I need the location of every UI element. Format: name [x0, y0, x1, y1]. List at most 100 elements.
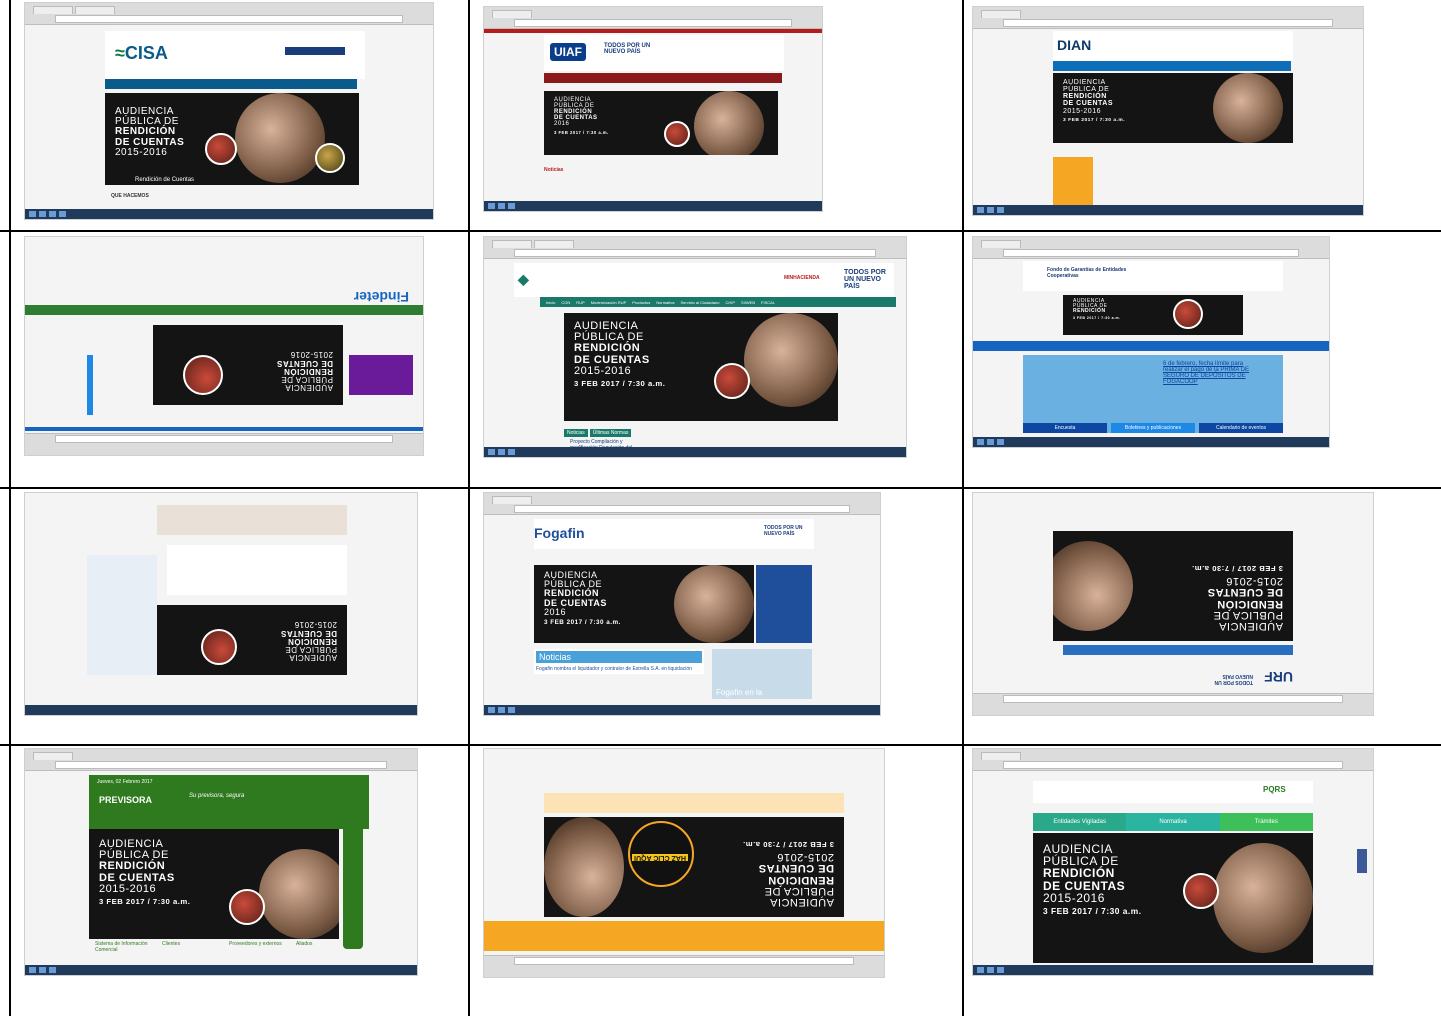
browser-chrome — [25, 3, 433, 25]
news-item[interactable]: Fogafin nombra el liquidador y contralor… — [536, 666, 702, 672]
boletines-button[interactable]: Boletines y publicaciones — [1111, 423, 1195, 433]
photo-bubble — [1173, 299, 1203, 329]
nav-bar[interactable] — [1053, 61, 1291, 71]
nav-item[interactable]: Normativa — [656, 300, 674, 305]
side-links[interactable] — [756, 565, 812, 643]
hero-banner[interactable]: AUDIENCIA PÚBLICA DE RENDICIÓN DE CUENTAS … — [153, 325, 343, 405]
calendario-button[interactable]: Calendario de eventos — [1199, 423, 1283, 433]
section-label: Noticias — [544, 167, 564, 173]
site-logo: Fogafin — [534, 525, 585, 541]
nav-item[interactable]: CHIP — [725, 300, 735, 305]
browser-chrome — [484, 7, 822, 29]
nav-item[interactable]: Modernización RUP — [591, 300, 627, 305]
portrait-image — [259, 849, 339, 939]
menu-tramites[interactable]: Trámites — [1219, 813, 1313, 831]
hero-banner[interactable]: AUDIENCIA PÚBLICA DE RENDICIÓN DE CUENTAS … — [564, 313, 838, 421]
footer-link[interactable]: Sistema de Información Comercial — [95, 941, 154, 953]
content-image — [157, 505, 347, 535]
side-media[interactable]: Fogafin en la — [712, 649, 812, 699]
site-header: Fondo de Garantías de Entidades Cooperat… — [1023, 261, 1283, 291]
photo-bubble — [201, 629, 237, 665]
photo-bubble — [315, 143, 345, 173]
top-strip — [484, 29, 822, 33]
screenshot-previsora: Jueves, 02 Febrero 2017 PREVISORA Su pre… — [24, 748, 418, 976]
screenshot-fogacoop: Fondo de Garantías de Entidades Cooperat… — [972, 236, 1330, 448]
news-heading: Noticias — [536, 651, 702, 663]
tab-ultimas-normas[interactable]: Últimas Normas — [589, 429, 632, 437]
banner-title: AUDIENCIA PÚBLICA DE RENDICIÓN DE CUENTAS … — [115, 106, 185, 158]
hero-banner[interactable]: AUDIENCIA PÚBLICA DE RENDICIÓN DE CUENTAS … — [105, 93, 359, 185]
photo-bubble — [229, 889, 265, 925]
banner-title: AUDIENCIA PÚBLICA DE RENDICIÓN DE CUENTAS … — [742, 839, 834, 908]
nav-item[interactable]: Inicio — [546, 300, 555, 305]
gov-slogan: TODOS POR UN NUEVO PAÍS — [844, 269, 886, 290]
nav-bar[interactable] — [973, 341, 1329, 351]
hero-banner[interactable]: AUDIENCIA PÚBLICA DE RENDICIÓN DE CUENTAS … — [544, 817, 844, 917]
screenshot-cisa: ≈CISA AUDIENCIA PÚBLICA DE RENDICIÓN DE CU… — [24, 2, 434, 220]
nav-item[interactable]: FISCAL — [761, 300, 775, 305]
social-bar[interactable] — [1357, 849, 1367, 873]
site-header: PQRS — [1033, 781, 1313, 803]
portrait-image — [544, 817, 624, 917]
convocatoria-box[interactable] — [349, 355, 413, 395]
portrait-image — [1213, 73, 1283, 143]
footer-link[interactable]: Clientes — [162, 941, 221, 953]
footer-link[interactable]: Proveedores y externos — [229, 941, 288, 953]
hero-banner[interactable]: AUDIENCIA PÚBLICA DE RENDICIÓN DE CUENTAS … — [157, 605, 347, 675]
site-logo: UIAF — [550, 43, 586, 61]
side-toolbar[interactable] — [343, 799, 363, 949]
nav-item[interactable]: SIIWEB — [741, 300, 755, 305]
hero-banner[interactable]: AUDIENCIA PÚBLICA DE RENDICIÓN DE CUENTAS … — [1033, 833, 1313, 963]
news-panel: Noticias Fogafin nombra el liquidador y … — [534, 649, 704, 674]
tab-noticias[interactable]: Noticias — [564, 429, 588, 437]
cta-label[interactable]: HAZ CLIC AQUÍ — [632, 854, 688, 861]
hero-banner[interactable]: AUDIENCIA PÚBLICA DE RENDICIÓN DE CUENTAS … — [544, 91, 778, 155]
social-bar[interactable] — [87, 355, 93, 415]
browser-chrome — [484, 237, 906, 259]
menu-normativa[interactable]: Normativa — [1126, 813, 1220, 831]
grid-line — [0, 744, 1441, 746]
nav-item[interactable]: Productos — [632, 300, 650, 305]
hero-banner[interactable]: AUDIENCIA PÚBLICA DE RENDICIÓN DE CUENTAS … — [1053, 531, 1293, 641]
grid-line — [468, 0, 470, 1016]
os-taskbar — [973, 205, 1363, 215]
hero-banner[interactable]: AUDIENCIA PÚBLICA DE RENDICIÓN DE CUENTAS … — [1053, 73, 1293, 143]
footer-link[interactable]: Aliados — [296, 941, 355, 953]
screenshot-positiva: AUDIENCIA PÚBLICA DE RENDICIÓN DE CUENTAS … — [483, 748, 885, 978]
nav-bar[interactable] — [25, 305, 423, 315]
os-taskbar — [25, 965, 417, 975]
nav-bar[interactable] — [105, 79, 357, 89]
cta-badge[interactable]: HAZ CLIC AQUÍ — [628, 821, 694, 887]
browser-chrome — [484, 493, 880, 515]
screenshot-mirrored-1: AUDIENCIA PÚBLICA DE RENDICIÓN DE CUENTAS … — [24, 492, 418, 716]
screenshot-dian: DIAN AUDIENCIA PÚBLICA DE RENDICIÓN DE CUE… — [972, 6, 1364, 216]
grid-line — [962, 0, 964, 1016]
nav-bar[interactable] — [1063, 645, 1293, 655]
hero-banner[interactable]: AUDIENCIA PÚBLICA DE RENDICIÓN DE CUENTAS … — [89, 829, 339, 939]
grid-line — [9, 0, 11, 1016]
site-header: Fogafin TODOS POR UN NUEVO PAÍS — [534, 519, 814, 549]
photo-bubble — [205, 133, 237, 165]
screenshot-superfinanciera: PQRS Entidades Vigiladas Normativa Trámi… — [972, 748, 1374, 976]
menu-entidades-vigiladas[interactable]: Entidades Vigiladas — [1033, 813, 1127, 831]
slider[interactable]: 6 de febrero, fecha límite para realizar… — [1023, 355, 1283, 433]
side-menu[interactable] — [1053, 157, 1093, 207]
quick-links: Encuesta Boletines y publicaciones Calen… — [1023, 423, 1283, 433]
nav-item[interactable]: CGN — [561, 300, 570, 305]
nav-item[interactable]: Servicio al Ciudadano — [681, 300, 720, 305]
banner-title: AUDIENCIA PÚBLICA DE RENDICIÓN DE CUENTAS … — [554, 97, 609, 135]
gov-slogan: TODOS POR UN NUEVO PAÍS — [604, 43, 651, 55]
encuesta-button[interactable]: Encuesta — [1023, 423, 1107, 433]
site-header: DIAN — [1053, 31, 1293, 61]
hero-banner[interactable]: AUDIENCIA PÚBLICA DE RENDICIÓN 3 FEB 2017 … — [1063, 295, 1243, 335]
footer-links: Sistema de Información Comercial Cliente… — [95, 941, 355, 953]
slider-headline[interactable]: 6 de febrero, fecha límite para realizar… — [1163, 361, 1263, 385]
news-tabs: Noticias Últimas Normas — [564, 429, 632, 437]
hero-banner[interactable]: AUDIENCIA PÚBLICA DE RENDICIÓN DE CUENTAS … — [534, 565, 754, 643]
nav-item[interactable]: RUP — [576, 300, 584, 305]
screenshot-findeter: AUDIENCIA PÚBLICA DE RENDICIÓN DE CUENTAS … — [24, 236, 424, 456]
nav-bar: Inicio CGN RUP Modernización RUP Product… — [540, 297, 896, 307]
nav-bar[interactable] — [544, 73, 782, 83]
browser-chrome — [973, 749, 1373, 771]
portrait-image — [1053, 541, 1133, 631]
